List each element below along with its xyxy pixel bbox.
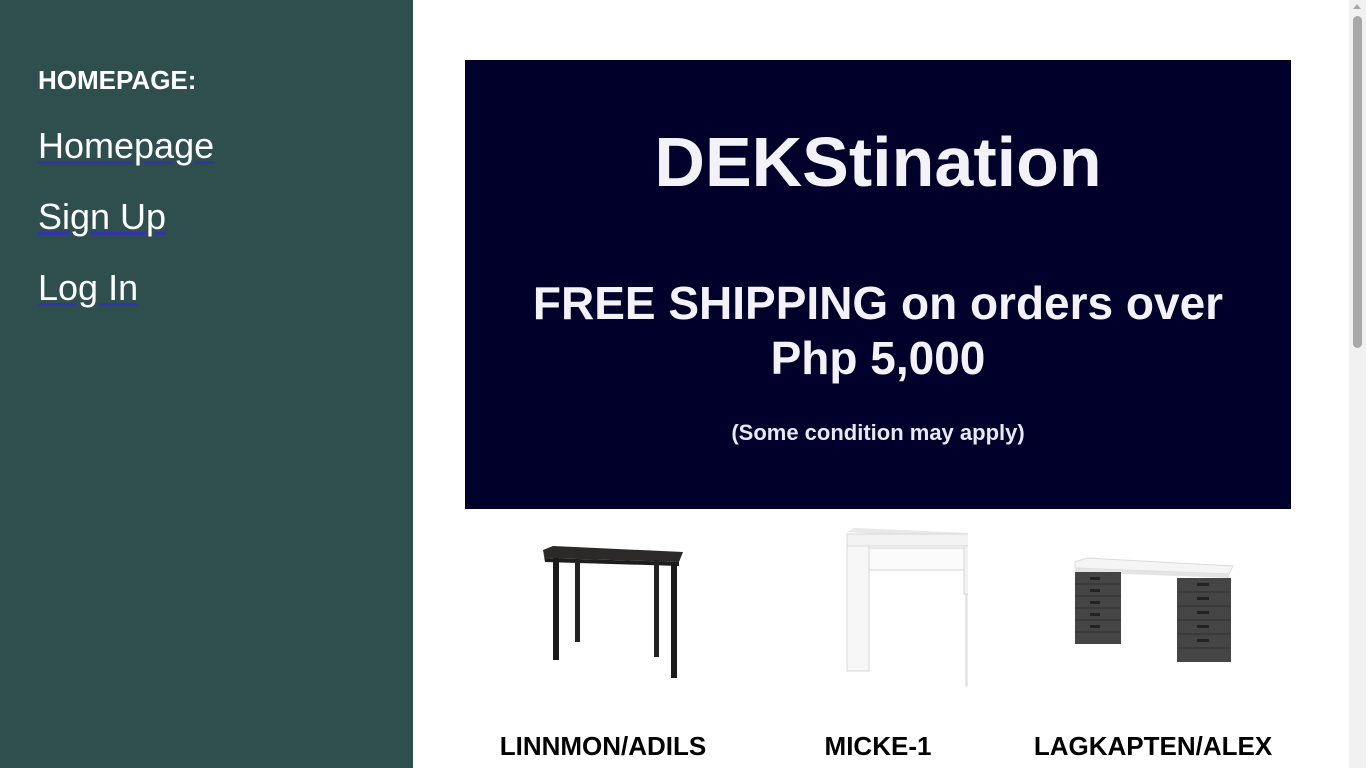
product-name: LINNMON/ADILS [499, 731, 707, 761]
promo-banner: DEKStination FREE SHIPPING on orders ove… [465, 60, 1291, 509]
condition-note: (Some condition may apply) [731, 420, 1025, 445]
nav-link-sign-up[interactable]: Sign Up [38, 195, 166, 239]
store-title: DEKStination [654, 123, 1102, 201]
sidebar: HOMEPAGE: Homepage Sign Up Log In [0, 0, 413, 768]
main-content: DEKStination FREE SHIPPING on orders ove… [413, 0, 1349, 768]
desk-with-drawers-image[interactable] [1063, 520, 1243, 700]
product-name: LAGKAPTEN/ALEX [1033, 731, 1273, 761]
sidebar-heading: HOMEPAGE: [38, 65, 197, 95]
product-card-linnmon-adils: LINNMON/ADILS [465, 520, 741, 768]
nav-link-log-in[interactable]: Log In [38, 266, 138, 310]
vertical-scrollbar[interactable] [1349, 0, 1366, 768]
product-card-micke-1: MICKE-1 [740, 520, 1016, 768]
white-desk-image[interactable] [788, 520, 968, 700]
black-table-image[interactable] [513, 520, 693, 700]
product-card-lagkapten-alex: LAGKAPTEN/ALEX [1015, 520, 1291, 768]
scroll-up-arrow-icon[interactable] [1353, 4, 1361, 9]
free-shipping-text: FREE SHIPPING on orders over Php 5,000 [532, 277, 1224, 384]
scrollbar-thumb[interactable] [1353, 16, 1362, 348]
nav-link-homepage[interactable]: Homepage [38, 124, 214, 168]
product-name: MICKE-1 [824, 731, 932, 761]
